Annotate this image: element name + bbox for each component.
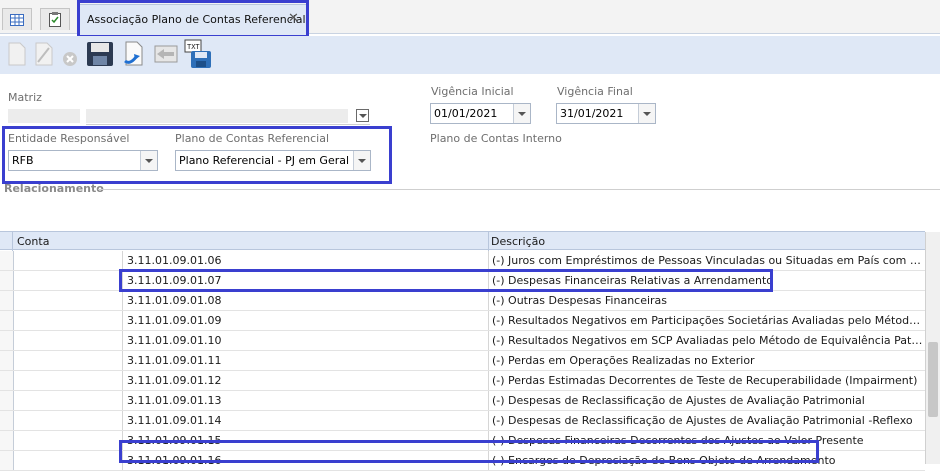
export-button[interactable] (150, 39, 182, 69)
vigencia-final-dropdown[interactable] (638, 104, 655, 123)
vertical-scrollbar[interactable] (925, 232, 940, 464)
table-row[interactable]: 3.11.01.09.01.14 (-) Despesas de Reclassi… (0, 411, 925, 431)
table-row[interactable]: 3.11.01.09.01.08 (-) Outras Despesas Fina… (0, 291, 925, 311)
highlight-box-row-16 (119, 440, 819, 463)
cell-descricao: (-) Perdas Estimadas Decorrentes de Test… (488, 371, 925, 390)
table-row[interactable]: 3.11.01.09.01.10 (-) Resultados Negativos… (0, 331, 925, 351)
cell-conta: 3.11.01.09.01.13 (122, 391, 488, 410)
cell-descricao: (-) Resultados Negativos em Participaçõe… (488, 311, 925, 330)
delete-icon (63, 52, 77, 66)
row-indicator[interactable] (0, 331, 14, 350)
save-txt-button[interactable]: TXT (184, 39, 212, 69)
new-button[interactable] (3, 39, 31, 69)
column-header-descricao[interactable]: Descrição (491, 235, 545, 248)
plano-interno-label: Plano de Contas Interno (430, 132, 562, 145)
new-document-icon (8, 42, 26, 66)
row-indicator[interactable] (0, 371, 14, 390)
vigencia-inicial-label: Vigência Inicial (431, 85, 514, 98)
row-indicator[interactable] (0, 291, 14, 310)
cell-conta: 3.11.01.09.01.12 (122, 371, 488, 390)
highlight-box-filters (2, 126, 392, 184)
import-icon (124, 41, 143, 66)
edit-icon (35, 42, 53, 66)
cell-descricao: (-) Outras Despesas Financeiras (488, 291, 925, 310)
cell-descricao: (-) Perdas em Operações Realizadas no Ex… (488, 351, 925, 370)
row-indicator[interactable] (0, 391, 14, 410)
matriz-combo[interactable] (86, 107, 370, 125)
toolbar: TXT (0, 36, 940, 74)
grid-header: Conta Descrição (0, 231, 925, 251)
matriz-name-field (86, 109, 348, 123)
vigencia-inicial-date[interactable]: 01/01/2021 (430, 103, 531, 124)
matriz-label: Matriz (8, 91, 42, 104)
svg-text:TXT: TXT (187, 43, 200, 51)
chevron-down-icon (358, 113, 367, 118)
vigencia-final-date[interactable]: 31/01/2021 (556, 103, 656, 124)
edit-button[interactable] (30, 39, 58, 69)
cell-descricao: (-) Despesas de Reclassificação de Ajust… (488, 391, 925, 410)
cell-conta: 3.11.01.09.01.09 (122, 311, 488, 330)
tab-grid[interactable] (2, 8, 32, 30)
cell-conta: 3.11.01.09.01.08 (122, 291, 488, 310)
save-button[interactable] (84, 39, 116, 69)
column-header-conta[interactable]: Conta (17, 235, 49, 248)
row-indicator[interactable] (0, 351, 14, 370)
row-indicator[interactable] (0, 251, 14, 270)
matriz-dropdown-button[interactable] (356, 109, 369, 122)
row-indicator-header (0, 232, 13, 251)
save-txt-icon: TXT (184, 39, 211, 68)
highlight-box-tab (77, 0, 309, 38)
row-indicator[interactable] (0, 451, 14, 470)
grid-icon (10, 13, 24, 26)
cell-conta: 3.11.01.09.01.14 (122, 411, 488, 430)
cell-descricao: (-) Resultados Negativos em SCP Avaliada… (488, 331, 925, 350)
chevron-down-icon (643, 111, 651, 116)
vigencia-inicial-dropdown[interactable] (513, 104, 530, 123)
cell-conta: 3.11.01.09.01.10 (122, 331, 488, 350)
vigencia-final-value: 31/01/2021 (560, 107, 624, 120)
vigencia-inicial-value: 01/01/2021 (434, 107, 498, 120)
export-icon (154, 45, 178, 63)
column-divider[interactable] (488, 232, 489, 251)
chevron-down-icon (518, 111, 526, 116)
scrollbar-thumb[interactable] (928, 342, 938, 417)
relacionamento-divider (98, 189, 940, 190)
save-icon (87, 42, 113, 66)
row-indicator[interactable] (0, 271, 14, 290)
delete-button[interactable] (58, 42, 82, 72)
cell-conta: 3.11.01.09.01.11 (122, 351, 488, 370)
table-row[interactable]: 3.11.01.09.01.13 (-) Despesas de Reclassi… (0, 391, 925, 411)
table-row[interactable]: 3.11.01.09.01.11 (-) Perdas em Operações … (0, 351, 925, 371)
vigencia-final-label: Vigência Final (557, 85, 633, 98)
cell-descricao: (-) Despesas de Reclassificação de Ajust… (488, 411, 925, 430)
row-indicator[interactable] (0, 431, 14, 450)
matriz-code-field[interactable] (8, 109, 80, 123)
row-indicator[interactable] (0, 411, 14, 430)
relacionamento-label: Relacionamento (4, 182, 104, 195)
cell-conta: 3.11.01.09.01.06 (122, 251, 488, 270)
highlight-box-row-07 (119, 269, 773, 292)
table-row[interactable]: 3.11.01.09.01.09 (-) Resultados Negativos… (0, 311, 925, 331)
table-row[interactable]: 3.11.01.09.01.12 (-) Perdas Estimadas Dec… (0, 371, 925, 391)
table-row[interactable]: 3.11.01.09.01.06 (-) Juros com Empréstimo… (0, 251, 925, 271)
row-indicator[interactable] (0, 311, 14, 330)
import-button[interactable] (120, 39, 148, 69)
tab-clipboard[interactable] (40, 8, 70, 30)
cell-descricao: (-) Juros com Empréstimos de Pessoas Vin… (488, 251, 925, 270)
clipboard-icon (49, 12, 61, 27)
